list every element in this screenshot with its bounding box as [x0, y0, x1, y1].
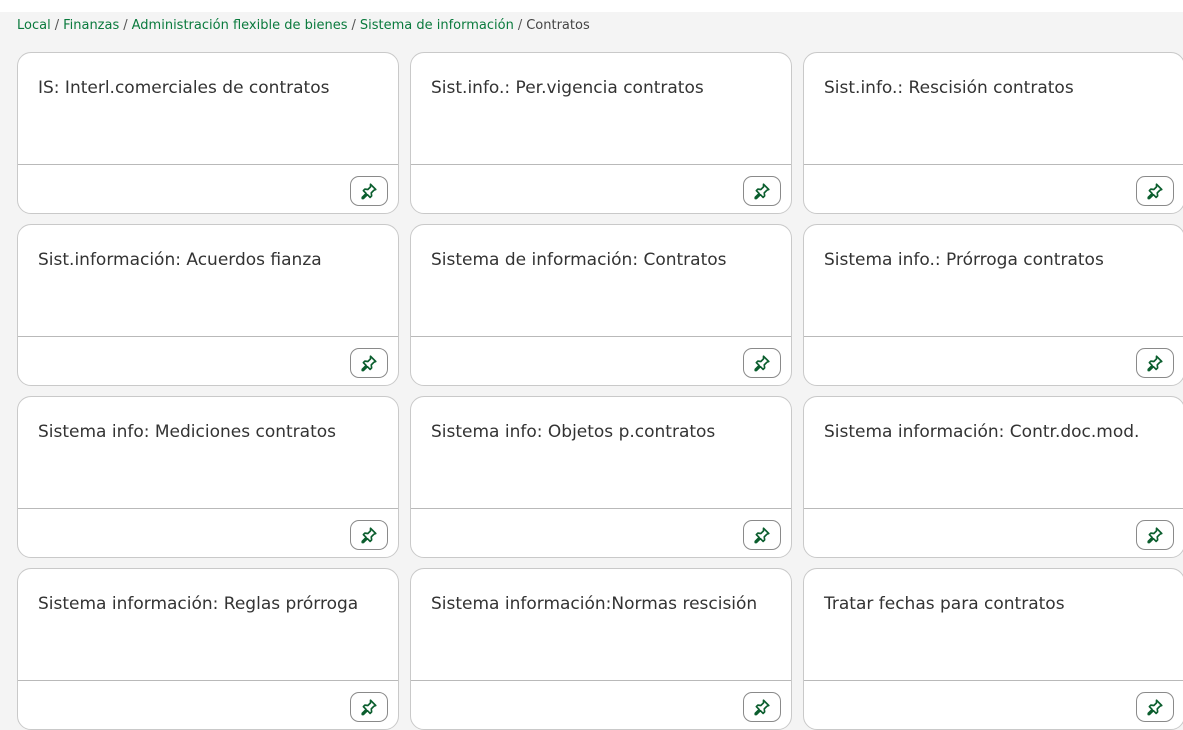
- breadcrumb-separator: /: [517, 18, 523, 33]
- tile-title: Sist.info.: Per.vigencia contratos: [431, 78, 704, 98]
- app-tile[interactable]: Sistema información: Reglas prórroga: [17, 568, 399, 730]
- app-tile[interactable]: Sist.info.: Per.vigencia contratos: [410, 52, 792, 214]
- breadcrumb-item-administracion-flexible[interactable]: Administración flexible de bienes: [132, 18, 348, 33]
- breadcrumb-item-finanzas[interactable]: Finanzas: [63, 18, 119, 33]
- pin-button[interactable]: [350, 520, 388, 550]
- app-tile[interactable]: Sistema info: Objetos p.contratos: [410, 396, 792, 558]
- tile-divider: [804, 680, 1183, 681]
- tile-divider: [18, 336, 398, 337]
- breadcrumb-item-local[interactable]: Local: [17, 18, 51, 33]
- pin-icon: [1147, 699, 1163, 716]
- pin-button[interactable]: [1136, 520, 1174, 550]
- tile-title: Sistema información: Contr.doc.mod.: [824, 422, 1140, 442]
- tile-divider: [18, 680, 398, 681]
- tile-divider: [804, 164, 1183, 165]
- tile-divider: [411, 336, 791, 337]
- pin-icon: [361, 699, 377, 716]
- pin-button[interactable]: [1136, 176, 1174, 206]
- app-tile[interactable]: Sistema info: Mediciones contratos: [17, 396, 399, 558]
- pin-icon: [1147, 355, 1163, 372]
- app-tile[interactable]: Sistema información: Contr.doc.mod.: [803, 396, 1183, 558]
- pin-button[interactable]: [350, 692, 388, 722]
- pin-icon: [1147, 527, 1163, 544]
- tile-title: IS: Interl.comerciales de contratos: [38, 78, 330, 98]
- pin-button[interactable]: [743, 692, 781, 722]
- breadcrumb-current: Contratos: [526, 18, 590, 33]
- tile-title: Sistema info: Mediciones contratos: [38, 422, 337, 442]
- pin-icon: [754, 527, 770, 544]
- app-tile[interactable]: IS: Interl.comerciales de contratos: [17, 52, 399, 214]
- app-tile[interactable]: Sistema de información: Contratos: [410, 224, 792, 386]
- breadcrumb-item-sistema-informacion[interactable]: Sistema de información: [360, 18, 514, 33]
- top-bar: [0, 0, 1183, 12]
- pin-button[interactable]: [743, 176, 781, 206]
- tile-title: Sist.información: Acuerdos fianza: [38, 250, 322, 270]
- pin-button[interactable]: [350, 176, 388, 206]
- pin-icon: [754, 355, 770, 372]
- tile-title: Sistema información: Reglas prórroga: [38, 594, 359, 614]
- pin-icon: [754, 699, 770, 716]
- pin-icon: [1147, 183, 1163, 200]
- tile-title: Sist.info.: Rescisión contratos: [824, 78, 1074, 98]
- tile-divider: [18, 508, 398, 509]
- app-tile[interactable]: Sist.info.: Rescisión contratos: [803, 52, 1183, 214]
- breadcrumb: Local / Finanzas / Administración flexible d…: [17, 18, 590, 33]
- tile-divider: [411, 508, 791, 509]
- breadcrumb-separator: /: [54, 18, 60, 33]
- breadcrumb-separator: /: [351, 18, 356, 33]
- pin-button[interactable]: [350, 348, 388, 378]
- tile-title: Sistema info: Objetos p.contratos: [431, 422, 716, 442]
- pin-icon: [361, 355, 377, 372]
- app-tile[interactable]: Sistema info.: Prórroga contratos: [803, 224, 1183, 386]
- pin-button[interactable]: [1136, 692, 1174, 722]
- pin-button[interactable]: [743, 520, 781, 550]
- tile-divider: [18, 164, 398, 165]
- breadcrumb-separator: /: [123, 18, 128, 33]
- pin-icon: [754, 183, 770, 200]
- tile-divider: [804, 508, 1183, 509]
- tile-title: Sistema de información: Contratos: [431, 250, 727, 270]
- pin-icon: [361, 527, 377, 544]
- tile-title: Sistema info.: Prórroga contratos: [824, 250, 1104, 270]
- app-tile[interactable]: Sistema información:Normas rescisión: [410, 568, 792, 730]
- pin-icon: [361, 183, 377, 200]
- tile-title: Tratar fechas para contratos: [824, 594, 1065, 614]
- tile-divider: [411, 680, 791, 681]
- tile-divider: [411, 164, 791, 165]
- app-tile[interactable]: Tratar fechas para contratos: [803, 568, 1183, 730]
- pin-button[interactable]: [1136, 348, 1174, 378]
- tile-divider: [804, 336, 1183, 337]
- tile-title: Sistema información:Normas rescisión: [431, 594, 758, 614]
- app-tile[interactable]: Sist.información: Acuerdos fianza: [17, 224, 399, 386]
- pin-button[interactable]: [743, 348, 781, 378]
